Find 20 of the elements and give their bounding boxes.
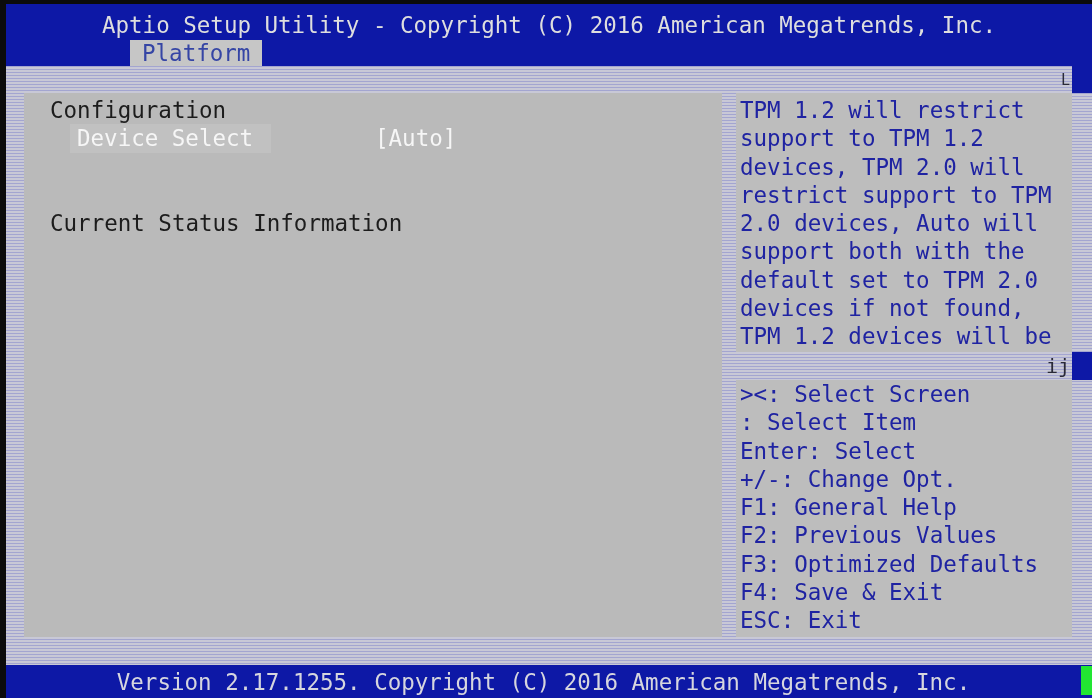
scroll-glyph: ij bbox=[1045, 354, 1070, 378]
key-hint: F4: Save & Exit bbox=[740, 578, 944, 607]
key-hint: ESC: Exit bbox=[740, 606, 862, 635]
scrollbar-block bbox=[1072, 352, 1092, 380]
cursor-block-icon bbox=[1081, 666, 1092, 695]
utility-title: Aptio Setup Utility - Copyright (C) 2016 American Megatrends, Inc. bbox=[101, 11, 996, 39]
section-heading: Current Status Information bbox=[50, 209, 403, 238]
key-hint: +/-: Change Opt. bbox=[740, 464, 957, 494]
key-hint: F1: General Help bbox=[740, 493, 957, 522]
key-hint: F3: Optimized Defaults bbox=[740, 549, 1038, 579]
version-text: Version 2.17.1255. Copyright (C) 2016 American Megatrends, Inc. bbox=[116, 667, 971, 697]
scroll-glyph: L bbox=[1060, 71, 1071, 88]
key-hint: Enter: Select bbox=[740, 436, 917, 465]
key-hint: F2: Previous Values bbox=[740, 521, 998, 550]
setting-value[interactable]: [Auto] bbox=[375, 124, 457, 153]
help-text: TPM 1.2 will restrict support to TPM 1.2 devices, TPM 2.0 will restrict support to TPM 2.0 devices, Auto will support both with the default set to TPM 2.0 devices if not found, TPM 1.2 devices will be bbox=[740, 96, 1053, 351]
key-hint: : Select Item bbox=[740, 408, 917, 437]
key-hint: ><: Select Screen bbox=[740, 380, 971, 409]
menu-tab[interactable]: Platform bbox=[130, 40, 263, 66]
section-heading: Configuration bbox=[50, 96, 227, 125]
